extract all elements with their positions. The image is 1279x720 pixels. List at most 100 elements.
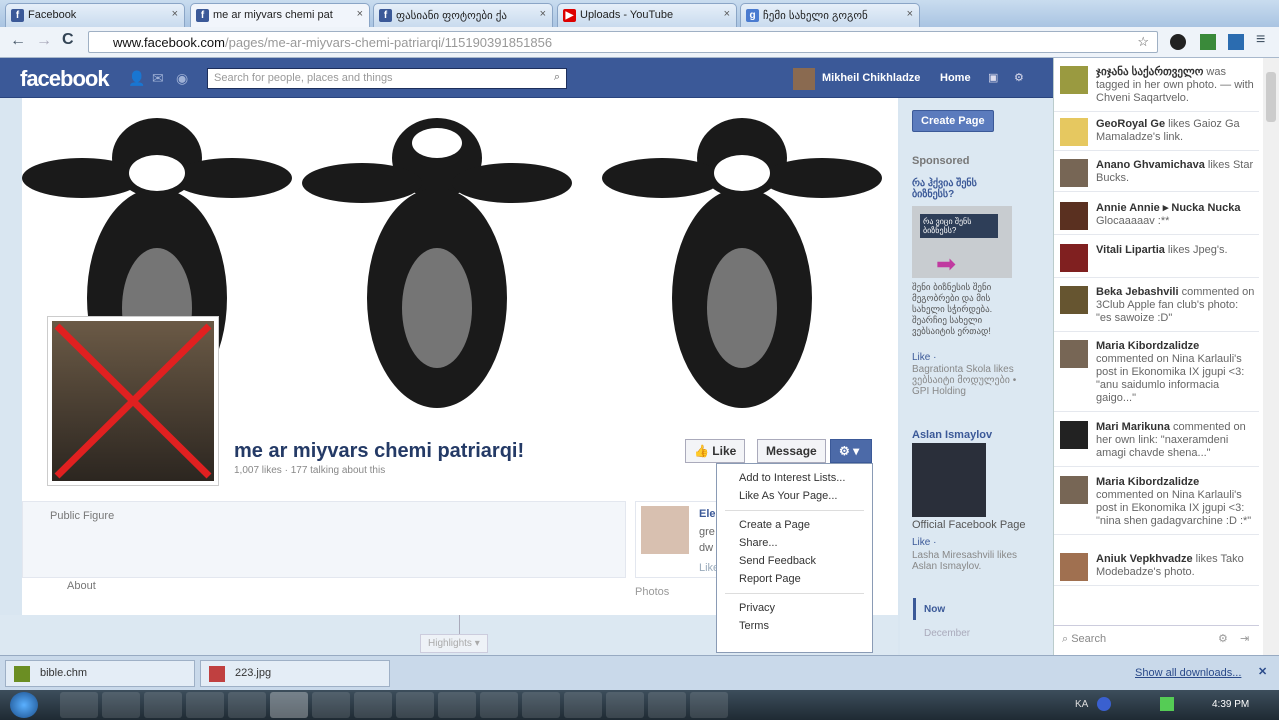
ticker-item[interactable]: Maria Kibordzalidze commented on Nina Ka… — [1054, 468, 1259, 535]
menu-icon[interactable]: ≡ — [1256, 31, 1265, 49]
url-input[interactable]: www.facebook.com/pages/me-ar-miyvars-che… — [88, 31, 1158, 53]
ticker-scrollbar[interactable] — [1263, 58, 1279, 655]
close-tab-icon[interactable]: × — [540, 8, 546, 20]
timeline-december[interactable]: December — [924, 628, 970, 639]
taskbar-app-icon[interactable] — [144, 692, 182, 718]
photo-thumbnail[interactable] — [641, 506, 689, 554]
taskbar-app-icon[interactable] — [522, 692, 560, 718]
gear-icon[interactable]: ⚙ — [1014, 71, 1024, 84]
tab-facebook[interactable]: f Facebook × — [5, 3, 185, 27]
reload-icon[interactable]: C — [62, 31, 74, 49]
create-page-button[interactable]: Create Page — [912, 110, 994, 132]
forward-icon[interactable]: → — [36, 32, 52, 50]
taskbar-app-icon[interactable] — [480, 692, 518, 718]
friend-requests-icon[interactable]: 👤 — [128, 70, 145, 87]
menu-item-create-page[interactable]: Create a Page — [717, 516, 872, 534]
ad-like-link[interactable]: Like · — [912, 352, 936, 363]
ad2-image[interactable] — [912, 443, 986, 517]
extension-icon[interactable] — [1200, 34, 1216, 50]
tab-google[interactable]: g ჩემი სახელი გოგონ × — [740, 3, 920, 27]
menu-item-like-as-your-page[interactable]: Like As Your Page... — [717, 487, 872, 505]
ticker-item[interactable]: Vitali Lipartia likes Jpeg's. — [1054, 236, 1259, 278]
taskbar-app-icon[interactable] — [228, 692, 266, 718]
download-item[interactable]: bible.chm — [5, 660, 195, 687]
ticker-item[interactable]: Beka Jebashvili commented on 3Club Apple… — [1054, 278, 1259, 332]
skype-taskbar-icon[interactable] — [690, 692, 728, 718]
menu-item-add-to-interest-lists[interactable]: Add to Interest Lists... — [717, 469, 872, 487]
ticker-item[interactable]: ჯიჯანა საქართველო was tagged in her own … — [1054, 58, 1259, 112]
avatar — [1060, 476, 1088, 504]
start-button[interactable] — [10, 692, 38, 718]
star-icon[interactable]: ☆ — [1137, 34, 1149, 50]
search-icon: ⌕ — [553, 71, 560, 83]
messages-icon[interactable]: ✉ — [152, 70, 164, 87]
home-link[interactable]: Home — [940, 72, 971, 84]
close-tab-icon[interactable]: × — [172, 8, 178, 20]
chat-search-bar: ⌕ Search ⚙ ⇥ — [1054, 625, 1259, 655]
ticker-item[interactable]: GeoRoyal Ge likes Gaioz Ga Mamaladze's l… — [1054, 110, 1259, 151]
tab-page[interactable]: f me ar miyvars chemi pat × — [190, 3, 370, 27]
ad-image[interactable]: რა ვიცი შენს ბიზნესს? ➡ — [912, 206, 1012, 278]
taskbar-app-icon[interactable] — [186, 692, 224, 718]
close-icon[interactable]: ✕ — [1258, 665, 1267, 678]
show-all-downloads-link[interactable]: Show all downloads... — [1135, 667, 1241, 679]
photos-link[interactable]: Photos — [635, 586, 669, 598]
vlc-taskbar-icon[interactable] — [354, 692, 392, 718]
chat-popout-icon[interactable]: ⇥ — [1240, 632, 1249, 645]
extension-icon[interactable] — [1170, 34, 1186, 50]
avatar — [1060, 244, 1088, 272]
download-item[interactable]: 223.jpg — [200, 660, 390, 687]
close-tab-icon[interactable]: × — [724, 8, 730, 20]
timeline-now[interactable]: Now — [924, 604, 945, 615]
ticker-item[interactable]: Aniuk Vepkhvadze likes Tako Modebadze's … — [1054, 545, 1259, 586]
sponsored-label: Sponsored — [912, 155, 970, 167]
facebook-header: facebook 👤 ✉ ◉ Search for people, places… — [0, 58, 1053, 98]
ticker-item[interactable]: Mari Marikuna commented on her own link:… — [1054, 413, 1259, 467]
taskbar-app-icon[interactable] — [564, 692, 602, 718]
ad-title[interactable]: რა ჰქვია შენს ბიზნესს? — [912, 178, 1007, 200]
privacy-shortcuts-icon[interactable]: ▣ — [988, 71, 998, 84]
menu-item-share[interactable]: Share... — [717, 534, 872, 552]
profile-picture[interactable] — [47, 316, 219, 486]
tray-icon[interactable] — [1160, 697, 1174, 711]
highlights-dropdown[interactable]: Highlights ▾ — [420, 634, 488, 653]
about-link[interactable]: About — [67, 580, 96, 592]
ad2-like-link[interactable]: Like · — [912, 537, 936, 548]
extension-icon[interactable] — [1228, 34, 1244, 50]
ticker-item[interactable]: Anano Ghvamichava likes Star Bucks. — [1054, 151, 1259, 192]
language-indicator[interactable]: KA — [1075, 699, 1088, 710]
close-tab-icon[interactable]: × — [907, 8, 913, 20]
ad2-title[interactable]: Aslan Ismaylov — [912, 429, 992, 441]
ticker-item[interactable]: Maria Kibordzalidze commented on Nina Ka… — [1054, 332, 1259, 412]
message-button[interactable]: Message — [757, 439, 826, 463]
tray-icon[interactable] — [1097, 697, 1111, 711]
menu-item-terms[interactable]: Terms — [717, 617, 872, 635]
taskbar-app-icon[interactable] — [648, 692, 686, 718]
menu-item-send-feedback[interactable]: Send Feedback — [717, 552, 872, 570]
about-box: Public Figure — [22, 501, 626, 578]
taskbar-app-icon[interactable] — [60, 692, 98, 718]
menu-item-privacy[interactable]: Privacy — [717, 599, 872, 617]
opera-taskbar-icon[interactable] — [312, 692, 350, 718]
taskbar-app-icon[interactable] — [438, 692, 476, 718]
menu-item-report-page[interactable]: Report Page — [717, 570, 872, 588]
clock[interactable]: 4:39 PM — [1212, 699, 1249, 710]
user-name-link[interactable]: Mikheil Chikhladze — [822, 72, 920, 84]
back-icon[interactable]: ← — [10, 32, 26, 50]
chrome-taskbar-icon[interactable] — [270, 692, 308, 718]
chat-options-icon[interactable]: ⚙ — [1218, 632, 1228, 645]
tab-youtube[interactable]: ▶ Uploads - YouTube × — [557, 3, 737, 27]
avatar[interactable] — [793, 68, 815, 90]
close-tab-icon[interactable]: × — [357, 8, 363, 20]
firefox-taskbar-icon[interactable] — [606, 692, 644, 718]
notifications-icon[interactable]: ◉ — [176, 70, 188, 87]
taskbar-app-icon[interactable] — [396, 692, 434, 718]
taskbar-app-icon[interactable] — [102, 692, 140, 718]
search-input[interactable]: Search for people, places and things ⌕ — [207, 68, 567, 89]
page-settings-dropdown[interactable]: ⚙ ▾ — [830, 439, 872, 463]
chat-search-input[interactable]: ⌕ Search — [1062, 633, 1106, 646]
tab-georgian[interactable]: f ფასიანი ფოტოები ქა × — [373, 3, 553, 27]
like-button[interactable]: 👍 Like — [685, 439, 746, 463]
facebook-logo[interactable]: facebook — [20, 66, 110, 92]
ticker-item[interactable]: Annie Annie ▸ Nucka Nucka Glocaaaaav :** — [1054, 194, 1259, 235]
